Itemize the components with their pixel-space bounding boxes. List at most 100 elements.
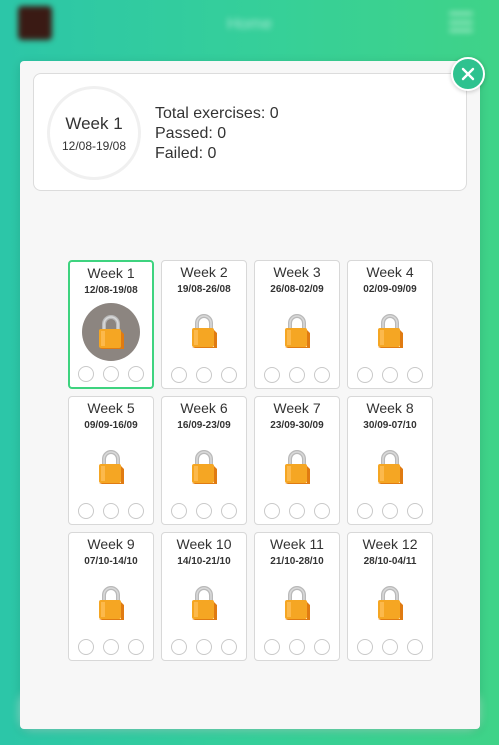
- week-card[interactable]: Week 10 14/10-21/10: [161, 532, 247, 661]
- week-date-range: 07/10-14/10: [84, 556, 138, 567]
- progress-dot: [382, 503, 398, 519]
- week-status: [255, 573, 339, 633]
- progress-dot: [357, 639, 373, 655]
- lock-icon: [192, 450, 217, 484]
- week-summary-card: Week 1 12/08-19/08 Total exercises: 0 Pa…: [33, 73, 467, 191]
- menu-icon[interactable]: [449, 12, 473, 32]
- week-card[interactable]: Week 1 12/08-19/08: [68, 260, 154, 389]
- week-card[interactable]: Week 6 16/09-23/09: [161, 396, 247, 525]
- progress-dots: [162, 503, 246, 519]
- progress-dot: [407, 639, 423, 655]
- lock-icon: [378, 314, 403, 348]
- total-exercises: Total exercises: 0: [155, 105, 279, 122]
- progress-dot: [357, 503, 373, 519]
- progress-dot: [196, 367, 212, 383]
- lock-icon: [378, 586, 403, 620]
- week-avatar: [82, 303, 140, 361]
- progress-dot: [264, 639, 280, 655]
- progress-dot: [264, 503, 280, 519]
- week-name: Week 9: [87, 536, 135, 552]
- week-name: Week 4: [366, 264, 414, 280]
- failed-count: Failed: 0: [155, 145, 217, 162]
- progress-dot: [221, 367, 237, 383]
- week-name: Week 5: [87, 400, 135, 416]
- lock-icon: [99, 450, 124, 484]
- progress-dot: [128, 366, 144, 382]
- week-status: [162, 437, 246, 497]
- week-name: Week 3: [273, 264, 321, 280]
- week-name: Week 8: [366, 400, 414, 416]
- progress-dot: [171, 367, 187, 383]
- week-date-range: 28/10-04/11: [363, 556, 417, 567]
- week-card[interactable]: Week 5 09/09-16/09: [68, 396, 154, 525]
- progress-dot: [289, 503, 305, 519]
- progress-dot: [171, 639, 187, 655]
- progress-dot: [407, 503, 423, 519]
- progress-dot: [78, 366, 94, 382]
- weeks-modal: Week 1 12/08-19/08 Total exercises: 0 Pa…: [20, 61, 480, 729]
- week-card[interactable]: Week 2 19/08-26/08: [161, 260, 247, 389]
- week-card[interactable]: Week 9 07/10-14/10: [68, 532, 154, 661]
- week-date-range: 26/08-02/09: [270, 284, 324, 295]
- lock-icon: [285, 586, 310, 620]
- app-header: Home: [0, 0, 499, 50]
- progress-dot: [314, 367, 330, 383]
- lock-icon: [192, 586, 217, 620]
- week-date-range: 09/09-16/09: [84, 420, 138, 431]
- week-card[interactable]: Week 7 23/09-30/09: [254, 396, 340, 525]
- progress-dot: [382, 367, 398, 383]
- week-status: [69, 573, 153, 633]
- week-card[interactable]: Week 4 02/09-09/09: [347, 260, 433, 389]
- progress-dot: [314, 639, 330, 655]
- progress-dot: [196, 639, 212, 655]
- progress-dots: [69, 503, 153, 519]
- week-status: [348, 301, 432, 361]
- progress-dots: [348, 639, 432, 655]
- summary-stats: Total exercises: 0 Passed: 0 Failed: 0: [155, 104, 279, 164]
- lock-icon: [285, 450, 310, 484]
- week-date-range: 12/08-19/08: [84, 285, 138, 296]
- week-card[interactable]: Week 12 28/10-04/11: [347, 532, 433, 661]
- progress-dots: [70, 366, 152, 382]
- week-date-range: 30/09-07/10: [363, 420, 417, 431]
- summary-week-range: 12/08-19/08: [61, 138, 127, 153]
- progress-dot: [382, 639, 398, 655]
- week-date-range: 14/10-21/10: [177, 556, 231, 567]
- week-name: Week 2: [180, 264, 228, 280]
- progress-dot: [103, 503, 119, 519]
- week-card[interactable]: Week 3 26/08-02/09: [254, 260, 340, 389]
- progress-dot: [289, 639, 305, 655]
- passed-count: Passed: 0: [155, 125, 227, 142]
- week-card[interactable]: Week 11 21/10-28/10: [254, 532, 340, 661]
- progress-dots: [162, 639, 246, 655]
- lock-icon: [192, 314, 217, 348]
- progress-dot: [128, 503, 144, 519]
- progress-dot: [314, 503, 330, 519]
- progress-dot: [103, 639, 119, 655]
- progress-dots: [348, 367, 432, 383]
- progress-dot: [128, 639, 144, 655]
- progress-dot: [78, 639, 94, 655]
- week-name: Week 7: [273, 400, 321, 416]
- progress-dot: [171, 503, 187, 519]
- week-status: [348, 573, 432, 633]
- week-status: [255, 301, 339, 361]
- close-button[interactable]: [451, 57, 485, 91]
- week-status: [69, 437, 153, 497]
- lock-icon: [378, 450, 403, 484]
- week-status: [255, 437, 339, 497]
- progress-dot: [103, 366, 119, 382]
- week-date-range: 19/08-26/08: [177, 284, 231, 295]
- progress-dots: [162, 367, 246, 383]
- week-status: [162, 301, 246, 361]
- week-card[interactable]: Week 8 30/09-07/10: [347, 396, 433, 525]
- progress-dots: [255, 367, 339, 383]
- week-name: Week 6: [180, 400, 228, 416]
- week-status: [70, 302, 152, 362]
- weeks-grid: Week 1 12/08-19/08 Week 2 19/08-26/08 Week 3…: [68, 260, 433, 661]
- lock-icon: [285, 314, 310, 348]
- progress-dot: [407, 367, 423, 383]
- progress-dot: [289, 367, 305, 383]
- progress-dots: [255, 639, 339, 655]
- progress-dot: [221, 639, 237, 655]
